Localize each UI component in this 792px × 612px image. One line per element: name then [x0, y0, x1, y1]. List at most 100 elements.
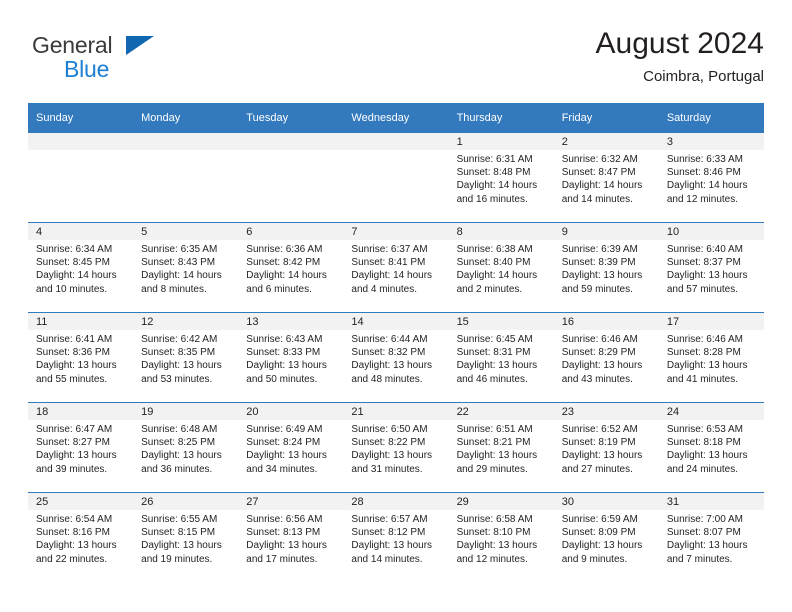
day-number — [133, 133, 239, 150]
calendar-grid: Sunday Monday Tuesday Wednesday Thursday… — [28, 103, 764, 582]
day-number: 12 — [133, 313, 239, 330]
calendar-day-cell[interactable]: 1 Sunrise: 6:31 AM Sunset: 8:48 PM Daylight… — [448, 133, 554, 223]
day-details: Sunrise: 6:47 AM Sunset: 8:27 PM Daylight:… — [28, 420, 133, 476]
day-number: 30 — [553, 493, 659, 510]
daylight-duration-line2: and 46 minutes. — [456, 373, 528, 385]
daylight-duration-line2: and 7 minutes. — [666, 553, 733, 565]
sunrise-time: Sunrise: 6:32 AM — [561, 154, 638, 165]
calendar-day-cell[interactable]: 18 Sunrise: 6:47 AM Sunset: 8:27 PM Dayligh… — [28, 402, 134, 493]
day-number — [238, 133, 344, 150]
day-details: Sunrise: 6:56 AM Sunset: 8:13 PM Daylight:… — [238, 510, 343, 566]
calendar-day-cell[interactable]: 14 Sunrise: 6:44 AM Sunset: 8:32 PM Dayligh… — [343, 312, 449, 403]
daylight-duration-line1: Daylight: 14 hours — [141, 270, 222, 282]
day-details: Sunrise: 6:57 AM Sunset: 8:12 PM Daylight:… — [343, 510, 448, 566]
daylight-duration-line2: and 53 minutes. — [141, 373, 213, 385]
sunrise-time: Sunrise: 7:00 AM — [666, 514, 743, 525]
daylight-duration-line1: Daylight: 13 hours — [36, 540, 117, 552]
calendar-day-cell[interactable]: 5 Sunrise: 6:35 AM Sunset: 8:43 PM Daylight… — [133, 222, 239, 313]
general-blue-logo[interactable]: General Blue — [32, 34, 232, 90]
day-details: Sunrise: 6:45 AM Sunset: 8:31 PM Daylight:… — [449, 330, 554, 386]
daylight-duration-line1: Daylight: 13 hours — [561, 540, 643, 552]
calendar-day-cell[interactable]: 4 Sunrise: 6:34 AM Sunset: 8:45 PM Daylight… — [28, 222, 134, 313]
calendar-day-cell[interactable]: 20 Sunrise: 6:49 AM Sunset: 8:24 PM Dayligh… — [238, 402, 344, 493]
calendar-day-cell[interactable]: 6 Sunrise: 6:36 AM Sunset: 8:42 PM Daylight… — [238, 222, 344, 313]
sunset-time: Sunset: 8:22 PM — [351, 437, 426, 449]
day-number — [28, 133, 134, 150]
day-details: Sunrise: 6:40 AM Sunset: 8:37 PM Daylight:… — [659, 240, 764, 296]
calendar-week-row: 25 Sunrise: 6:54 AM Sunset: 8:16 PM Dayligh… — [28, 492, 764, 582]
weekday-header-monday: Monday — [133, 103, 239, 133]
weekday-header-thursday: Thursday — [448, 103, 554, 133]
day-number — [343, 133, 449, 150]
daylight-duration-line2: and 57 minutes. — [666, 283, 739, 295]
calendar-day-cell[interactable]: 7 Sunrise: 6:37 AM Sunset: 8:41 PM Daylight… — [343, 222, 449, 313]
daylight-duration-line1: Daylight: 13 hours — [246, 450, 327, 462]
calendar-day-cell[interactable]: 30 Sunrise: 6:59 AM Sunset: 8:09 PM Dayligh… — [553, 492, 659, 582]
daylight-duration-line1: Daylight: 13 hours — [351, 540, 433, 552]
calendar-day-cell[interactable]: 25 Sunrise: 6:54 AM Sunset: 8:16 PM Dayligh… — [28, 492, 134, 582]
day-number: 9 — [553, 223, 659, 240]
calendar-day-cell-empty — [238, 133, 344, 223]
calendar-day-cell[interactable]: 10 Sunrise: 6:40 AM Sunset: 8:37 PM Dayligh… — [658, 222, 764, 313]
sunset-time: Sunset: 8:10 PM — [456, 527, 531, 539]
daylight-duration-line1: Daylight: 13 hours — [561, 270, 643, 282]
weekday-header-friday: Friday — [553, 103, 659, 133]
day-cell-inner — [28, 133, 134, 222]
day-details: Sunrise: 6:32 AM Sunset: 8:47 PM Daylight:… — [554, 150, 659, 206]
day-number: 3 — [658, 133, 764, 150]
calendar-day-cell[interactable]: 19 Sunrise: 6:48 AM Sunset: 8:25 PM Dayligh… — [133, 402, 239, 493]
sunrise-time: Sunrise: 6:41 AM — [36, 334, 113, 345]
sunset-time: Sunset: 8:21 PM — [456, 437, 531, 449]
calendar-day-cell[interactable]: 2 Sunrise: 6:32 AM Sunset: 8:47 PM Daylight… — [553, 133, 659, 223]
day-number: 29 — [448, 493, 554, 510]
calendar-day-cell[interactable]: 12 Sunrise: 6:42 AM Sunset: 8:35 PM Dayligh… — [133, 312, 239, 403]
calendar-day-cell[interactable]: 24 Sunrise: 6:53 AM Sunset: 8:18 PM Dayligh… — [658, 402, 764, 493]
day-number: 5 — [133, 223, 239, 240]
calendar-day-cell[interactable]: 28 Sunrise: 6:57 AM Sunset: 8:12 PM Dayligh… — [343, 492, 449, 582]
day-number: 14 — [343, 313, 449, 330]
calendar-day-cell[interactable]: 31 Sunrise: 7:00 AM Sunset: 8:07 PM Dayligh… — [658, 492, 764, 582]
day-number: 31 — [658, 493, 764, 510]
daylight-duration-line2: and 14 minutes. — [351, 553, 423, 565]
calendar-day-cell[interactable]: 23 Sunrise: 6:52 AM Sunset: 8:19 PM Dayligh… — [553, 402, 659, 493]
sunrise-time: Sunrise: 6:34 AM — [36, 244, 113, 255]
day-cell-inner: 24 Sunrise: 6:53 AM Sunset: 8:18 PM Dayligh… — [658, 403, 764, 492]
day-number: 21 — [343, 403, 449, 420]
calendar-day-cell[interactable]: 17 Sunrise: 6:46 AM Sunset: 8:28 PM Dayligh… — [658, 312, 764, 403]
calendar-day-cell[interactable]: 22 Sunrise: 6:51 AM Sunset: 8:21 PM Dayligh… — [448, 402, 554, 493]
day-cell-inner: 21 Sunrise: 6:50 AM Sunset: 8:22 PM Dayligh… — [343, 403, 449, 492]
sunset-time: Sunset: 8:33 PM — [246, 347, 321, 359]
daylight-duration-line1: Daylight: 13 hours — [561, 450, 643, 462]
day-cell-inner: 29 Sunrise: 6:58 AM Sunset: 8:10 PM Dayligh… — [448, 493, 554, 582]
day-details — [238, 150, 343, 153]
daylight-duration-line2: and 36 minutes. — [141, 463, 213, 475]
sunset-time: Sunset: 8:36 PM — [36, 347, 110, 359]
calendar-day-cell[interactable]: 15 Sunrise: 6:45 AM Sunset: 8:31 PM Dayligh… — [448, 312, 554, 403]
calendar-day-cell[interactable]: 29 Sunrise: 6:58 AM Sunset: 8:10 PM Dayligh… — [448, 492, 554, 582]
calendar-day-cell[interactable]: 11 Sunrise: 6:41 AM Sunset: 8:36 PM Dayligh… — [28, 312, 134, 403]
sunset-time: Sunset: 8:47 PM — [561, 167, 636, 179]
calendar-day-cell[interactable]: 16 Sunrise: 6:46 AM Sunset: 8:29 PM Dayligh… — [553, 312, 659, 403]
day-details: Sunrise: 6:51 AM Sunset: 8:21 PM Daylight:… — [449, 420, 554, 476]
day-details: Sunrise: 6:44 AM Sunset: 8:32 PM Daylight:… — [343, 330, 448, 386]
daylight-duration-line1: Daylight: 13 hours — [456, 540, 538, 552]
sunset-time: Sunset: 8:29 PM — [561, 347, 636, 359]
calendar-day-cell[interactable]: 21 Sunrise: 6:50 AM Sunset: 8:22 PM Dayligh… — [343, 402, 449, 493]
daylight-duration-line2: and 12 minutes. — [666, 193, 739, 205]
daylight-duration-line1: Daylight: 14 hours — [561, 180, 643, 192]
sunset-time: Sunset: 8:15 PM — [141, 527, 216, 539]
calendar-day-cell[interactable]: 9 Sunrise: 6:39 AM Sunset: 8:39 PM Daylight… — [553, 222, 659, 313]
day-cell-inner — [343, 133, 449, 222]
day-cell-inner — [133, 133, 239, 222]
day-details: Sunrise: 6:43 AM Sunset: 8:33 PM Daylight:… — [238, 330, 343, 386]
calendar-day-cell[interactable]: 13 Sunrise: 6:43 AM Sunset: 8:33 PM Dayligh… — [238, 312, 344, 403]
sunrise-time: Sunrise: 6:31 AM — [456, 154, 533, 165]
day-number: 24 — [658, 403, 764, 420]
calendar-day-cell[interactable]: 3 Sunrise: 6:33 AM Sunset: 8:46 PM Daylight… — [658, 133, 764, 223]
calendar-day-cell[interactable]: 27 Sunrise: 6:56 AM Sunset: 8:13 PM Dayligh… — [238, 492, 344, 582]
calendar-day-cell[interactable]: 8 Sunrise: 6:38 AM Sunset: 8:40 PM Daylight… — [448, 222, 554, 313]
calendar-day-cell[interactable]: 26 Sunrise: 6:55 AM Sunset: 8:15 PM Dayligh… — [133, 492, 239, 582]
sunset-time: Sunset: 8:45 PM — [36, 257, 110, 269]
daylight-duration-line1: Daylight: 13 hours — [666, 450, 748, 462]
page-header: General Blue August 2024 Coimbra, Portug… — [28, 26, 764, 98]
